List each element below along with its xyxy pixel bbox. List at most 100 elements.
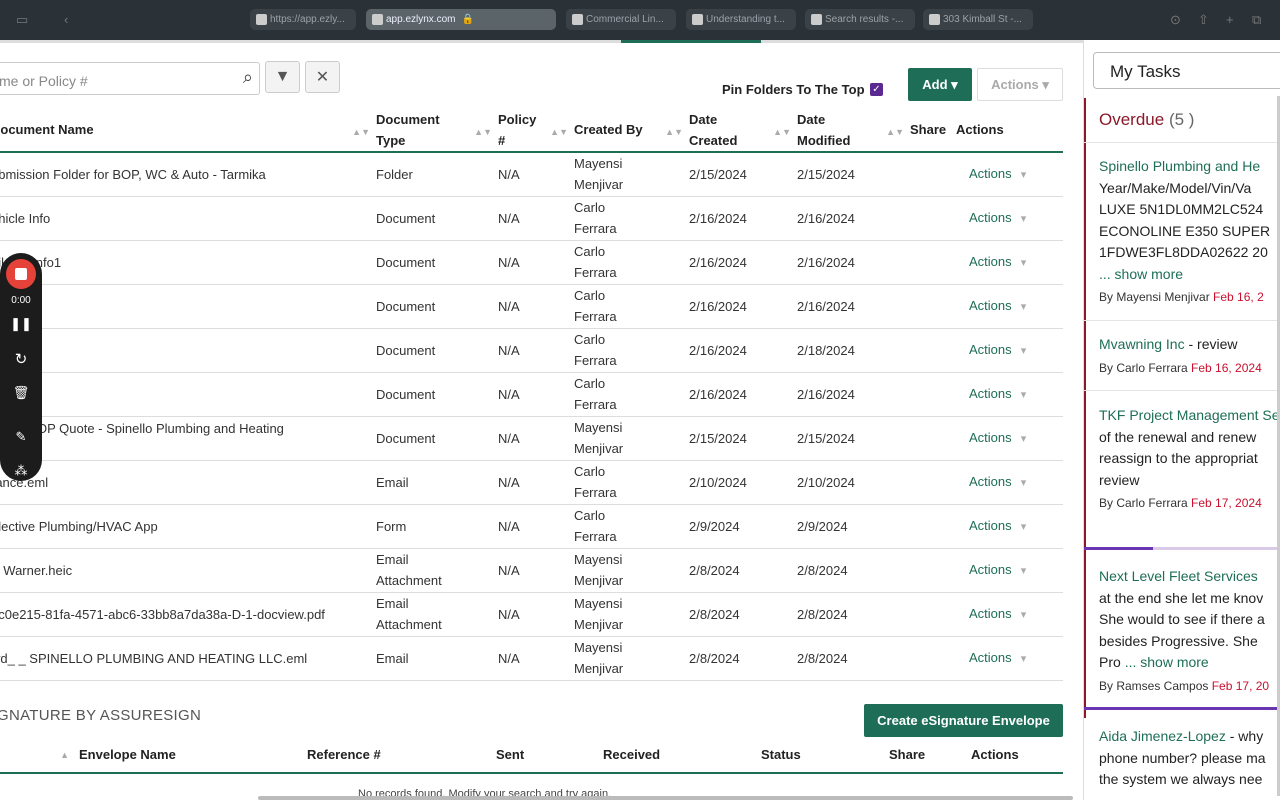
- pencil-icon[interactable]: ✎: [0, 429, 42, 445]
- policy-number: N/A: [498, 342, 520, 358]
- task-title[interactable]: Aida Jimenez-Lopez: [1099, 728, 1226, 744]
- sort-icon[interactable]: ▲: [0, 737, 79, 774]
- col-sent[interactable]: Sent: [496, 737, 603, 774]
- row-actions-dropdown[interactable]: Actions: [969, 166, 1026, 181]
- filter-button[interactable]: ▼: [265, 61, 300, 93]
- pin-folders-checkbox[interactable]: ✓: [870, 83, 883, 96]
- tabs-overview-icon[interactable]: ⧉: [1252, 12, 1261, 28]
- task-title[interactable]: Next Level Fleet Services: [1099, 566, 1280, 588]
- stop-recording-button[interactable]: [6, 259, 36, 289]
- col-reference[interactable]: Reference #: [307, 737, 496, 774]
- browser-tab[interactable]: https://app.ezly...: [250, 9, 356, 30]
- date-modified: 2/16/2024: [797, 298, 855, 314]
- add-button[interactable]: Add ▾: [908, 68, 972, 101]
- row-actions-dropdown[interactable]: Actions: [969, 474, 1026, 489]
- table-row[interactable]: ill Warner.heic Email Attachment N/A Mayens…: [0, 548, 1063, 593]
- document-name[interactable]: NATS BOP Quote - Spinello Plumbing and H…: [0, 418, 376, 459]
- search-icon[interactable]: ⌕: [243, 67, 253, 88]
- table-row[interactable]: NATS BOP Quote - Spinello Plumbing and H…: [0, 416, 1063, 461]
- row-actions-dropdown[interactable]: Actions: [969, 606, 1026, 621]
- browser-tab[interactable]: Search results -...: [805, 9, 915, 30]
- table-row[interactable]: wd_ _ SPINELLO PLUMBING AND HEATING LLC.…: [0, 636, 1063, 681]
- document-name[interactable]: elective Plumbing/HVAC App: [0, 519, 158, 534]
- horizontal-scrollbar[interactable]: [258, 796, 1073, 800]
- document-name[interactable]: ehicle Info: [0, 211, 50, 226]
- row-actions-dropdown[interactable]: Actions: [969, 386, 1026, 401]
- row-actions-dropdown[interactable]: Actions: [969, 298, 1026, 313]
- envelopes-table: ▲ Envelope Name Reference # Sent Receive…: [0, 737, 1063, 774]
- table-row[interactable]: 3c0e215-81fa-4571-abc6-33bb8a7da38a-D-1-…: [0, 592, 1063, 637]
- date-created: 2/16/2024: [689, 254, 747, 270]
- date-modified: 2/16/2024: [797, 210, 855, 226]
- row-actions-dropdown[interactable]: Actions: [969, 518, 1026, 533]
- favicon-icon: [372, 14, 383, 25]
- show-more-link[interactable]: ... show more: [1099, 264, 1280, 286]
- clear-button[interactable]: ✕: [305, 61, 340, 93]
- document-type: Form: [376, 518, 407, 534]
- show-more-link[interactable]: ... show more: [1125, 654, 1209, 670]
- create-esignature-button[interactable]: Create eSignature Envelope: [864, 704, 1063, 737]
- restart-icon[interactable]: ↻: [0, 350, 42, 368]
- row-actions-dropdown[interactable]: Actions: [969, 210, 1026, 225]
- date-modified: 2/18/2024: [797, 342, 855, 358]
- browser-tab[interactable]: Understanding t...: [686, 9, 796, 30]
- download-icon[interactable]: ⊙: [1170, 12, 1181, 28]
- col-document-name[interactable]: Document Name ▲▼: [0, 108, 376, 153]
- col-policy[interactable]: Policy # ▲▼: [498, 108, 574, 153]
- document-name[interactable]: ubmission Folder for BOP, WC & Auto - Ta…: [0, 167, 266, 182]
- browser-tab-active[interactable]: app.ezlynx.com 🔒: [366, 9, 556, 30]
- row-actions-dropdown[interactable]: Actions: [969, 254, 1026, 269]
- esignature-title: GNATURE BY ASSURESIGN: [0, 707, 202, 724]
- effects-icon[interactable]: ⁂: [0, 463, 42, 479]
- task-progress: [1084, 547, 1280, 550]
- actions-button[interactable]: Actions ▾: [977, 68, 1063, 101]
- task-title[interactable]: Spinello Plumbing and He: [1099, 156, 1280, 178]
- browser-tab[interactable]: 303 Kimball St -...: [923, 9, 1033, 30]
- pause-icon[interactable]: ❚❚: [0, 316, 42, 332]
- browser-tab[interactable]: Commercial Lin...: [566, 9, 676, 30]
- task-title[interactable]: TKF Project Management Service LLC DBA T…: [1099, 405, 1280, 427]
- document-name[interactable]: wd_ _ SPINELLO PLUMBING AND HEATING LLC.…: [0, 651, 307, 666]
- my-tasks-dropdown[interactable]: My Tasks: [1093, 52, 1280, 89]
- row-actions-dropdown[interactable]: Actions: [969, 562, 1026, 577]
- task-item[interactable]: Next Level Fleet Services at the end she…: [1099, 566, 1280, 697]
- table-row[interactable]: ehicle Info Document N/A Carlo Ferrara 2/16/…: [0, 196, 1063, 241]
- row-actions-dropdown[interactable]: Actions: [969, 650, 1026, 665]
- table-row[interactable]: ubmission Folder for BOP, WC & Auto - Ta…: [0, 152, 1063, 197]
- row-actions-dropdown[interactable]: Actions: [969, 430, 1026, 445]
- back-icon[interactable]: ‹: [64, 12, 68, 27]
- trash-icon[interactable]: 🗑: [0, 385, 42, 401]
- task-item[interactable]: Mvawning Inc - review By Carlo Ferrara F…: [1099, 334, 1280, 379]
- document-name[interactable]: ill Warner.heic: [0, 563, 72, 578]
- date-modified: 2/16/2024: [797, 386, 855, 402]
- table-row[interactable]: InfoDocumentN/ACarlo Ferrara2/16/20242/1…: [0, 284, 1063, 329]
- table-row[interactable]: Document N/A Carlo Ferrara 2/16/2024 2/18/20…: [0, 328, 1063, 373]
- overdue-heading: Overdue (5 ): [1099, 110, 1195, 129]
- col-received[interactable]: Received: [603, 737, 761, 774]
- table-row[interactable]: stDocumentN/ACarlo Ferrara2/16/20242/16/…: [0, 372, 1063, 417]
- document-name[interactable]: 3c0e215-81fa-4571-abc6-33bb8a7da38a-D-1-…: [0, 607, 325, 622]
- task-item[interactable]: Spinello Plumbing and He Year/Make/Model…: [1099, 156, 1280, 309]
- tab-label: 303 Kimball St -...: [943, 14, 1022, 25]
- sidebar-toggle-icon[interactable]: ▭: [16, 12, 28, 28]
- table-row[interactable]: rance.emlEmailN/ACarlo Ferrara2/10/20242…: [0, 460, 1063, 505]
- date-modified: 2/16/2024: [797, 254, 855, 270]
- task-title[interactable]: Mvawning Inc: [1099, 336, 1185, 352]
- share-icon[interactable]: ⇧: [1198, 12, 1209, 28]
- col-date-created[interactable]: Date Created ▲▼: [689, 108, 797, 153]
- table-row[interactable]: uilding Info1DocumentN/ACarlo Ferrara2/1…: [0, 240, 1063, 285]
- favicon-icon: [692, 14, 703, 25]
- col-created-by[interactable]: Created By ▲▼: [574, 108, 689, 153]
- task-item[interactable]: Aida Jimenez-Lopez - why phone number? p…: [1099, 726, 1280, 791]
- row-actions-dropdown[interactable]: Actions: [969, 342, 1026, 357]
- task-item[interactable]: TKF Project Management Service LLC DBA T…: [1099, 405, 1280, 515]
- col-status[interactable]: Status: [761, 737, 889, 774]
- table-row[interactable]: elective Plumbing/HVAC App Form N/A Carlo F…: [0, 504, 1063, 549]
- date-created: 2/15/2024: [689, 166, 747, 182]
- col-date-modified[interactable]: Date Modified ▲▼: [797, 108, 910, 153]
- new-tab-icon[interactable]: +: [1226, 12, 1234, 27]
- col-envelope-name[interactable]: Envelope Name: [79, 737, 307, 774]
- favicon-icon: [929, 14, 940, 25]
- search-input[interactable]: me or Policy # ⌕: [0, 62, 260, 95]
- col-document-type[interactable]: Document Type ▲▼: [376, 108, 498, 153]
